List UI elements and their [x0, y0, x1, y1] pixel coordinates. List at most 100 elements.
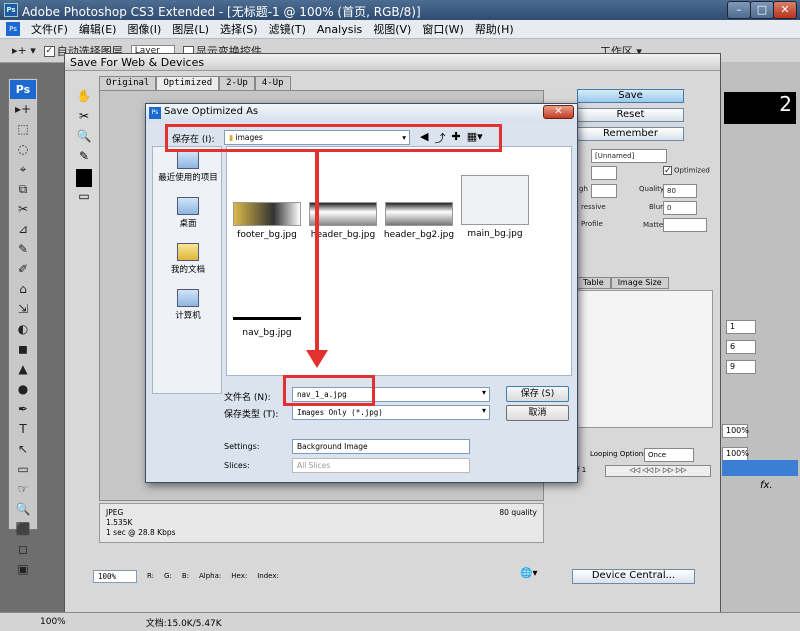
slice-select-icon[interactable]: ✂	[73, 109, 95, 127]
file-item[interactable]: footer_bg.jpg	[229, 202, 305, 240]
minimize-button[interactable]: –	[727, 1, 751, 19]
close-button[interactable]: ✕	[773, 1, 797, 19]
menu-window[interactable]: 窗口(W)	[422, 21, 463, 37]
looping-select[interactable]: Once	[644, 448, 694, 462]
slices-select: All Slices	[292, 458, 470, 473]
history-brush-icon[interactable]: ⌂	[10, 280, 36, 299]
dialog-close-button[interactable]: ✕	[543, 105, 574, 119]
tab-color-table[interactable]: Table	[576, 277, 611, 289]
status-zoom[interactable]: 100%	[40, 617, 66, 627]
app-title-bar: Adobe Photoshop CS3 Extended - [无标题-1 @ …	[0, 0, 800, 20]
path-select-icon[interactable]: ↖	[10, 440, 36, 459]
quick-select-tool-icon[interactable]: ⌖	[10, 160, 36, 179]
menu-select[interactable]: 选择(S)	[220, 21, 258, 37]
file-item[interactable]: nav_bg.jpg	[229, 317, 305, 338]
fx-icon[interactable]: fx.	[760, 480, 773, 491]
tab-original[interactable]: Original	[99, 76, 157, 90]
place-desktop[interactable]: 桌面	[153, 193, 223, 239]
place-documents[interactable]: 我的文档	[153, 239, 223, 285]
marquee-tool-icon[interactable]: ⬚	[10, 120, 36, 139]
brush-tool-icon[interactable]: ✎	[10, 240, 36, 259]
ps-menu-icon[interactable]: Ps	[6, 22, 20, 36]
sfw-tools: ✋ ✂ 🔍 ✎ ▭	[73, 89, 95, 219]
menu-edit[interactable]: 编辑(E)	[79, 21, 117, 37]
maximize-button[interactable]: □	[750, 1, 774, 19]
filetype-dropdown-icon[interactable]: ▾	[482, 406, 486, 415]
quality-level-label: gh	[579, 185, 588, 193]
zoom-tool-icon[interactable]: 🔍	[73, 129, 95, 147]
toggle-slices-icon[interactable]: ▭	[73, 189, 95, 207]
status-doc-size: 文档:15.0K/5.47K	[145, 618, 222, 629]
move-tool-icon[interactable]: ▸+	[10, 100, 36, 119]
animation-controls[interactable]: ◁◁ ◁◁ ▷ ▷▷ ▷▷	[605, 465, 711, 477]
hand-tool-icon[interactable]: ✋	[73, 89, 95, 107]
filetype-select[interactable]: Images Only (*.jpg)	[292, 405, 490, 420]
crop-tool-icon[interactable]: ⧉	[10, 180, 36, 199]
tab-2up[interactable]: 2-Up	[219, 76, 255, 90]
filename-dropdown-icon[interactable]: ▾	[482, 388, 486, 397]
optimized-checkbox[interactable]: ✓ Optimized	[663, 166, 710, 176]
value-field-2[interactable]: 6	[726, 340, 756, 354]
eraser-tool-icon[interactable]: ⇲	[10, 300, 36, 319]
selected-layer[interactable]	[722, 460, 798, 476]
pen-tool-icon[interactable]: ✒	[10, 400, 36, 419]
file-list: footer_bg.jpg header_bg.jpg header_bg2.j…	[226, 146, 572, 376]
save-button[interactable]: Save	[577, 89, 684, 103]
tab-optimized[interactable]: Optimized	[156, 76, 220, 90]
menu-view[interactable]: 视图(V)	[373, 21, 411, 37]
preset-select[interactable]: [Unnamed]	[591, 149, 667, 163]
status-hex: Hex:	[231, 572, 248, 580]
value-field-1[interactable]: 1	[726, 320, 756, 334]
zoom-select[interactable]: 100%	[93, 569, 137, 583]
stamp-tool-icon[interactable]: ✐	[10, 260, 36, 279]
eyedropper-icon[interactable]: ✎	[73, 149, 95, 167]
move-tool-icon[interactable]: ▸+ ▾	[12, 44, 36, 57]
zoom-field-2[interactable]: 100%	[722, 447, 749, 461]
blur-tool-icon[interactable]: ◼	[10, 340, 36, 359]
sfw-tabs: Original Optimized 2-Up 4-Up	[99, 76, 291, 90]
file-item[interactable]: main_bg.jpg	[457, 175, 533, 239]
reset-button[interactable]: Reset	[577, 108, 684, 122]
hand-tool-icon[interactable]: ☞	[10, 480, 36, 499]
zoom-field-1[interactable]: 100%	[722, 424, 749, 438]
value-field-3[interactable]: 9	[726, 360, 756, 374]
device-central-button[interactable]: Device Central...	[572, 569, 695, 584]
ps-dialog-icon: Ps	[149, 107, 161, 119]
slice-tool-icon[interactable]: ✂	[10, 200, 36, 219]
dialog-save-button[interactable]: 保存 (S)	[506, 386, 569, 402]
quick-mask-icon[interactable]: ◻	[10, 540, 36, 559]
color-swatch-icon[interactable]: ⬛	[10, 520, 36, 539]
tab-image-size[interactable]: Image Size	[610, 277, 669, 289]
remember-button[interactable]: Remember	[577, 127, 684, 141]
menu-layer[interactable]: 图层(L)	[172, 21, 209, 37]
file-item[interactable]: header_bg2.jpg	[381, 202, 457, 240]
matte-select[interactable]	[663, 218, 707, 232]
eyedropper-color-icon[interactable]	[76, 169, 92, 187]
gradient-tool-icon[interactable]: ◐	[10, 320, 36, 339]
type-tool-icon[interactable]: T	[10, 420, 36, 439]
place-computer[interactable]: 计算机	[153, 285, 223, 331]
tab-4up[interactable]: 4-Up	[254, 76, 291, 90]
screen-mode-icon[interactable]: ▣	[10, 560, 36, 579]
place-recent[interactable]: 最近使用的项目	[153, 147, 223, 193]
menu-analysis[interactable]: Analysis	[317, 23, 362, 36]
blur-field[interactable]: 0	[663, 201, 697, 215]
menu-file[interactable]: 文件(F)	[31, 21, 68, 37]
dodge-tool-icon[interactable]: ▲	[10, 360, 36, 379]
browser-preview-icon[interactable]: 🌐▾	[520, 568, 546, 582]
lasso-tool-icon[interactable]: ◌	[10, 140, 36, 159]
menu-image[interactable]: 图像(I)	[127, 21, 161, 37]
quality-level-select[interactable]	[591, 184, 617, 198]
settings-label: Settings:	[224, 442, 260, 451]
zoom-tool-icon[interactable]: 🔍	[10, 500, 36, 519]
menu-filter[interactable]: 滤镜(T)	[269, 21, 306, 37]
shape-tool-icon[interactable]: ▭	[10, 460, 36, 479]
menu-help[interactable]: 帮助(H)	[475, 21, 514, 37]
dialog-cancel-button[interactable]: 取消	[506, 405, 569, 421]
computer-icon	[177, 289, 199, 307]
quality-field[interactable]: 80	[663, 184, 697, 198]
burn-tool-icon[interactable]: ●	[10, 380, 36, 399]
heal-tool-icon[interactable]: ⊿	[10, 220, 36, 239]
format-select[interactable]	[591, 166, 617, 180]
settings-select[interactable]: Background Image	[292, 439, 470, 454]
